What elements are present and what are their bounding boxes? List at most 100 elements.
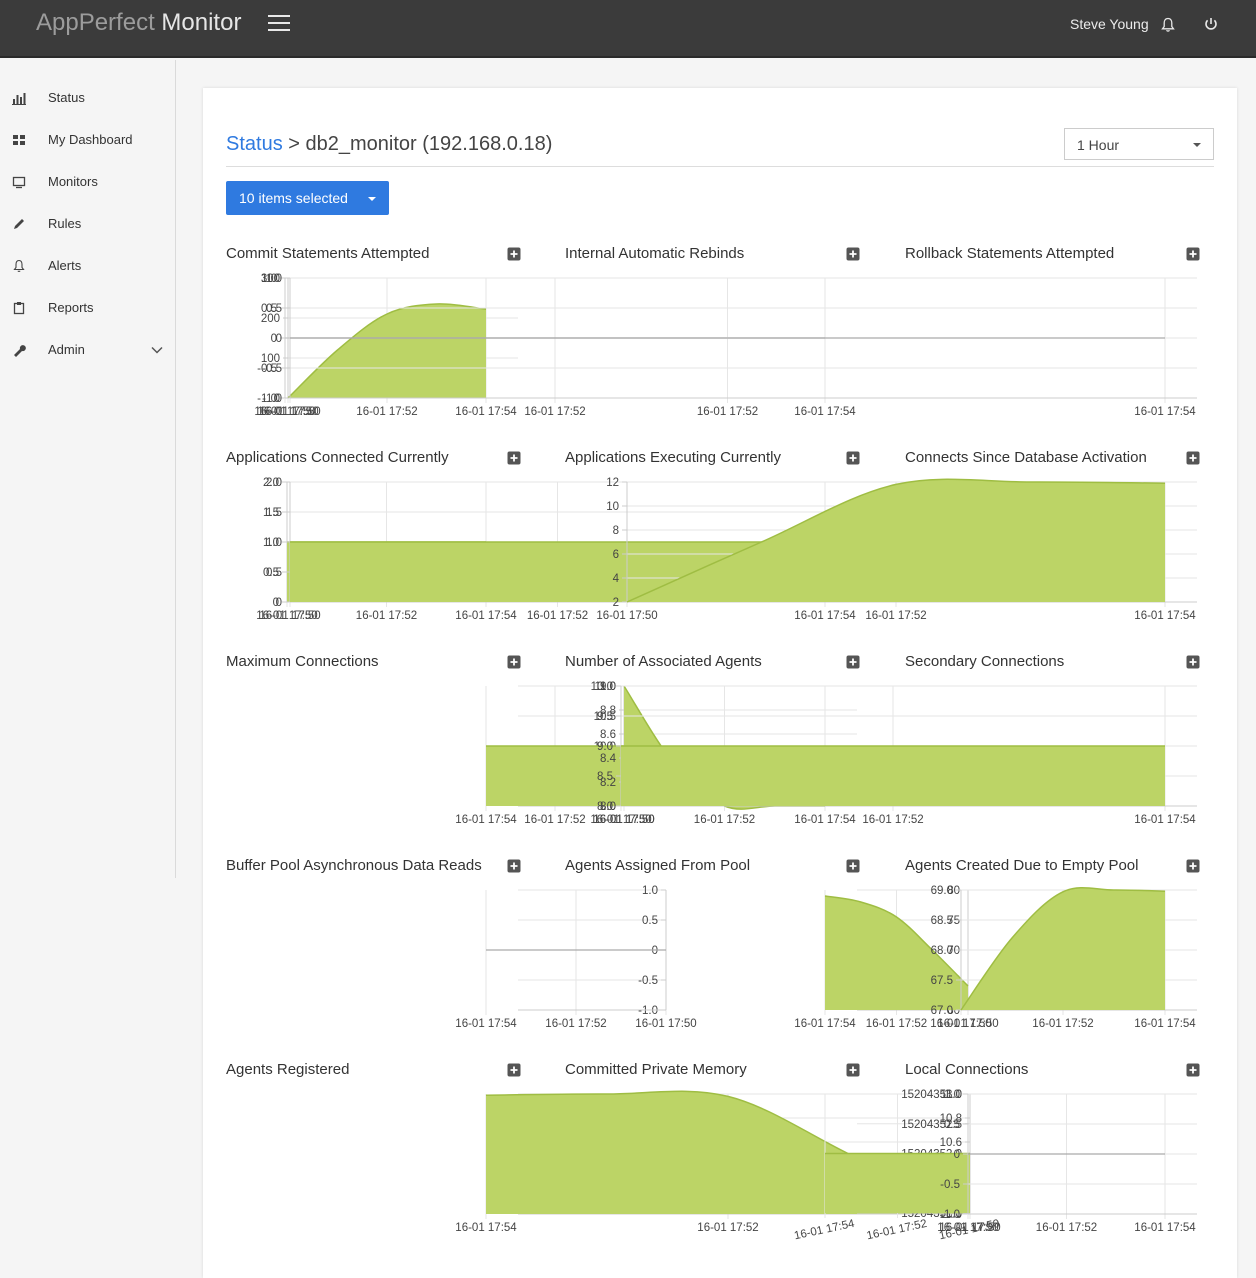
y-tick-label: 2.0: [266, 477, 282, 489]
sidebar-item-status[interactable]: Status: [0, 84, 176, 112]
y-tick-label: 0.5: [266, 567, 282, 579]
sidebar-item-label: Status: [48, 90, 85, 105]
items-selected-label: 10 items selected: [239, 190, 348, 206]
y-tick-label: 0: [276, 333, 282, 345]
brand-logo[interactable]: AppPerfect Monitor: [36, 9, 241, 37]
plus-square-icon[interactable]: [1186, 451, 1200, 465]
sidebar-item-admin[interactable]: Admin: [0, 336, 176, 364]
x-tick-label: 16-01 17:50: [596, 610, 657, 622]
time-range-select[interactable]: 1 Hour: [1064, 128, 1214, 160]
x-tick-label: 16-01 17:54: [455, 814, 517, 826]
chart-title-buffer-pool-asynchronous-data-reads: Buffer Pool Asynchronous Data Reads: [226, 857, 482, 874]
y-tick-label: 12: [606, 477, 619, 489]
x-tick-label: 16-01 17:50: [590, 814, 651, 826]
chart-title-connects-since-database-activation: Connects Since Database Activation: [905, 449, 1147, 466]
plus-square-icon[interactable]: [846, 247, 860, 261]
x-tick-label: 16-01 17:54: [455, 406, 517, 418]
sidebar-item-label: Monitors: [48, 174, 98, 189]
x-tick-label: 16-01 17:52: [697, 406, 758, 418]
area-series: [961, 887, 1165, 1010]
chart-connects-since-database-activation: 12 10 8 6 4 216-01 17:50 16-01 17:52 16-01 17:5…: [596, 477, 1197, 622]
sidebar-item-my-dashboard[interactable]: My Dashboard: [0, 126, 176, 154]
x-tick-label: 16-01 17:54: [1134, 1222, 1196, 1234]
sidebar-item-alerts[interactable]: Alerts: [0, 252, 176, 280]
x-tick-label: 16-01 17:54: [1134, 610, 1196, 622]
x-tick-label: 16-01 17:52: [865, 610, 926, 622]
x-tick-label: 16-01 17:50: [259, 610, 320, 622]
x-tick-label: 16-01 17:54: [794, 406, 856, 418]
x-tick-label: 16-01 17:52: [524, 406, 585, 418]
x-tick-label: 16-01 17:52: [862, 814, 923, 826]
page-title: db2_monitor (192.168.0.18): [305, 133, 553, 155]
chart-title-commit-statements-attempted: Commit Statements Attempted: [226, 245, 430, 262]
sidebar-item-monitors[interactable]: Monitors: [0, 168, 176, 196]
y-tick-label: 67.5: [931, 975, 953, 987]
plus-square-icon[interactable]: [846, 655, 860, 669]
y-tick-label: 8.4: [600, 753, 617, 765]
x-tick-label: 16-01 17:54: [794, 1018, 856, 1030]
y-tick-label: -0.5: [262, 363, 282, 375]
chart-agents-created-due-to-empty-pool: 69.0 68.5 68.0 67.5 67.016-01 17:50 16-01 17:…: [930, 885, 1197, 1030]
breadcrumb-status-link[interactable]: Status: [226, 133, 283, 155]
y-tick-label: 8.6: [600, 729, 616, 741]
chart-title-rollback-statements-attempted: Rollback Statements Attempted: [905, 245, 1115, 262]
plus-square-icon[interactable]: [507, 451, 521, 465]
y-tick-label: 68.5: [931, 915, 953, 927]
plus-square-icon[interactable]: [507, 859, 521, 873]
plus-square-icon[interactable]: [1186, 859, 1200, 873]
chevron-down-icon[interactable]: [150, 343, 164, 357]
power-icon[interactable]: [1203, 16, 1219, 32]
chart-title-number-of-associated-agents: Number of Associated Agents: [565, 653, 762, 670]
plus-square-icon[interactable]: [507, 247, 521, 261]
y-tick-label: -1.0: [940, 1209, 960, 1221]
x-tick-label: 16-01 17:52: [527, 610, 588, 622]
plus-square-icon[interactable]: [846, 1063, 860, 1077]
plus-square-icon[interactable]: [1186, 247, 1200, 261]
bar-chart-icon: [12, 93, 26, 105]
sidebar-item-label: Rules: [48, 216, 82, 231]
x-tick-label: 16-01 17:54: [794, 610, 856, 622]
y-tick-label: -1.0: [262, 393, 282, 405]
chart-agents-assigned-from-pool: 807570656016-01 17:5016-01 17:5216-01 17…: [794, 885, 998, 1030]
x-tick-label: 16-01 17:54: [1134, 406, 1196, 418]
x-tick-label: 16-01 17:50: [930, 1018, 991, 1030]
plus-square-icon[interactable]: [507, 1063, 521, 1077]
sidebar-item-reports[interactable]: Reports: [0, 294, 176, 322]
chart-title-agents-registered: Agents Registered: [226, 1061, 350, 1078]
plus-square-icon[interactable]: [846, 859, 860, 873]
breadcrumb: Status > db2_monitor (192.168.0.18): [226, 133, 552, 156]
plus-square-icon[interactable]: [846, 451, 860, 465]
y-tick-label: 1.5: [266, 507, 282, 519]
y-tick-label: 8: [613, 525, 619, 537]
time-range-value: 1 Hour: [1077, 137, 1120, 153]
chart-title-agents-created-due-to-empty-pool: Agents Created Due to Empty Pool: [905, 857, 1139, 874]
x-tick-label: 16-01 17:52: [356, 406, 417, 418]
title-divider: [226, 166, 1214, 167]
y-tick-label: 68.0: [931, 945, 953, 957]
user-name[interactable]: Steve Young: [1070, 16, 1149, 32]
y-tick-label: 1.0: [266, 273, 282, 285]
x-tick-label: 16-01 17:50: [259, 406, 320, 418]
bell-icon[interactable]: [1161, 17, 1175, 33]
chart-title-committed-private-memory: Committed Private Memory: [565, 1061, 747, 1078]
x-tick-label: 16-01 17:52: [1032, 1018, 1093, 1030]
y-tick-label: 69.0: [931, 885, 953, 897]
chart-secondary-connections: 10.0 9.5 9.0 8.5 8.016-01 17:50 16-01 17:52 16…: [590, 681, 1197, 826]
sidebar-item-rules[interactable]: Rules: [0, 210, 176, 238]
y-tick-label: 0.5: [944, 1119, 960, 1131]
x-tick-label: 16-01 17:54: [794, 814, 856, 826]
plus-square-icon[interactable]: [1186, 655, 1200, 669]
x-tick-label: 16-01 17:54: [1134, 814, 1196, 826]
items-multiselect-button[interactable]: 10 items selected: [226, 181, 389, 215]
chart-title-applications-executing-currently: Applications Executing Currently: [565, 449, 781, 466]
y-tick-label: -0.5: [940, 1179, 960, 1191]
chart-maximum-connections: 11.010.510.09.59.016-01 17:5016-01 17:52…: [455, 681, 654, 826]
chart-title-local-connections: Local Connections: [905, 1061, 1029, 1078]
plus-square-icon[interactable]: [507, 655, 521, 669]
chart-rollback-statements-attempted: 1.0 0.5 0 -0.5 -1.016-01 17:50 16-01 17:52 16-…: [259, 273, 1197, 418]
x-tick-label: 16-01 17:50: [937, 1222, 998, 1234]
y-tick-label: 9.0: [597, 741, 613, 753]
plus-square-icon[interactable]: [1186, 1063, 1200, 1077]
breadcrumb-separator: >: [288, 133, 300, 155]
hamburger-icon[interactable]: [268, 15, 290, 33]
